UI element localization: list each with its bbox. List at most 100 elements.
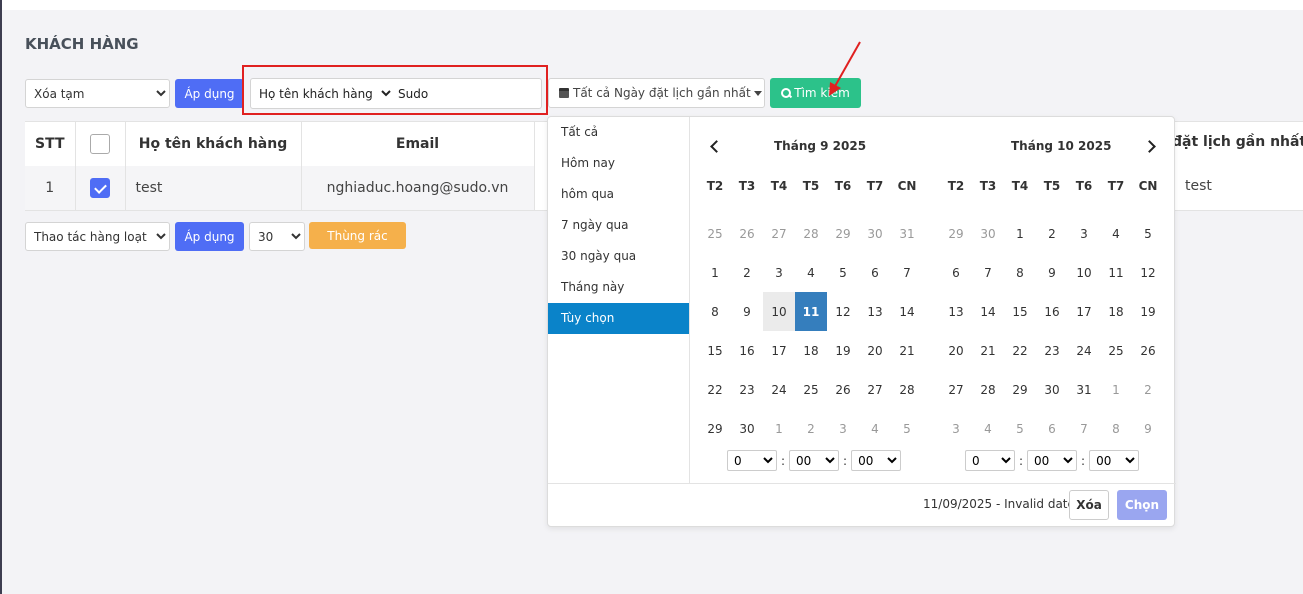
date-filter-button[interactable]: Tất cả Ngày đặt lịch gần nhất xyxy=(548,78,765,108)
calendar-day[interactable]: 23 xyxy=(731,370,763,409)
trash-button[interactable]: Thùng rác xyxy=(309,222,406,249)
calendar-day[interactable]: 25 xyxy=(1100,331,1132,370)
calendar-day[interactable]: 12 xyxy=(1132,253,1164,292)
calendar-day[interactable]: 2 xyxy=(795,409,827,448)
calendar-day[interactable]: 13 xyxy=(859,292,891,331)
calendar-day[interactable]: 27 xyxy=(859,370,891,409)
calendar-day[interactable]: 2 xyxy=(731,253,763,292)
calendar-day[interactable]: 14 xyxy=(972,292,1004,331)
calendar-day[interactable]: 9 xyxy=(731,292,763,331)
calendar-day[interactable]: 18 xyxy=(1100,292,1132,331)
calendar-day[interactable]: 19 xyxy=(1132,292,1164,331)
calendar-day[interactable]: 4 xyxy=(972,409,1004,448)
range-item-this-month[interactable]: Tháng này xyxy=(548,272,689,303)
calendar-day[interactable]: 4 xyxy=(1100,214,1132,253)
calendar-day[interactable]: 24 xyxy=(763,370,795,409)
calendar-day[interactable]: 4 xyxy=(859,409,891,448)
calendar-day[interactable]: 5 xyxy=(1132,214,1164,253)
select-all-checkbox[interactable] xyxy=(90,134,110,154)
calendar-day[interactable]: 14 xyxy=(891,292,923,331)
calendar-day[interactable]: 22 xyxy=(1004,331,1036,370)
calendar-day[interactable]: 5 xyxy=(891,409,923,448)
range-item-today[interactable]: Hôm nay xyxy=(548,148,689,179)
action-select[interactable]: Xóa tạm xyxy=(25,79,170,108)
calendar-day[interactable]: 30 xyxy=(1036,370,1068,409)
calendar-day[interactable]: 5 xyxy=(1004,409,1036,448)
calendar-day[interactable]: 1 xyxy=(1004,214,1036,253)
calendar-day[interactable]: 6 xyxy=(1036,409,1068,448)
calendar-day[interactable]: 5 xyxy=(827,253,859,292)
calendar-day[interactable]: 27 xyxy=(940,370,972,409)
calendar-day[interactable]: 12 xyxy=(827,292,859,331)
calendar-day[interactable]: 15 xyxy=(1004,292,1036,331)
calendar-day[interactable]: 3 xyxy=(1068,214,1100,253)
calendar-day[interactable]: 18 xyxy=(795,331,827,370)
row-checkbox[interactable] xyxy=(90,178,110,198)
calendar-day[interactable]: 3 xyxy=(763,253,795,292)
right-second-select[interactable]: 00 xyxy=(1089,450,1140,471)
calendar-day[interactable]: 29 xyxy=(827,214,859,253)
calendar-day[interactable]: 24 xyxy=(1068,331,1100,370)
range-item-30-days[interactable]: 30 ngày qua xyxy=(548,241,689,272)
calendar-day[interactable]: 1 xyxy=(1100,370,1132,409)
calendar-day[interactable]: 8 xyxy=(699,292,731,331)
calendar-day[interactable]: 27 xyxy=(763,214,795,253)
calendar-day[interactable]: 28 xyxy=(795,214,827,253)
calendar-day[interactable]: 31 xyxy=(1068,370,1100,409)
calendar-day[interactable]: 20 xyxy=(940,331,972,370)
calendar-day[interactable]: 25 xyxy=(795,370,827,409)
calendar-day[interactable]: 19 xyxy=(827,331,859,370)
calendar-day[interactable]: 1 xyxy=(763,409,795,448)
search-field-select[interactable]: Họ tên khách hàng xyxy=(251,80,394,107)
bulk-apply-button[interactable]: Áp dụng xyxy=(175,222,244,251)
left-minute-select[interactable]: 00 xyxy=(789,450,840,471)
calendar-day[interactable]: 6 xyxy=(940,253,972,292)
calendar-day[interactable]: 17 xyxy=(1068,292,1100,331)
calendar-day[interactable]: 28 xyxy=(972,370,1004,409)
calendar-day[interactable]: 30 xyxy=(972,214,1004,253)
table-row[interactable]: 1 test nghiaduc.hoang@sudo.vn xyxy=(25,166,535,210)
calendar-day[interactable]: 29 xyxy=(1004,370,1036,409)
calendar-day[interactable]: 6 xyxy=(859,253,891,292)
choose-button[interactable]: Chọn xyxy=(1117,490,1167,520)
calendar-day[interactable]: 16 xyxy=(731,331,763,370)
calendar-day[interactable]: 8 xyxy=(1100,409,1132,448)
left-second-select[interactable]: 00 xyxy=(851,450,902,471)
calendar-day[interactable]: 21 xyxy=(972,331,1004,370)
calendar-day[interactable]: 26 xyxy=(827,370,859,409)
calendar-day[interactable]: 28 xyxy=(891,370,923,409)
calendar-day[interactable]: 13 xyxy=(940,292,972,331)
calendar-day[interactable]: 23 xyxy=(1036,331,1068,370)
calendar-day[interactable]: 25 xyxy=(699,214,731,253)
calendar-day[interactable]: 9 xyxy=(1036,253,1068,292)
prev-month-icon[interactable] xyxy=(709,141,719,151)
apply-button[interactable]: Áp dụng xyxy=(175,79,244,108)
calendar-day[interactable]: 21 xyxy=(891,331,923,370)
range-item-yesterday[interactable]: hôm qua xyxy=(548,179,689,210)
calendar-day[interactable]: 30 xyxy=(859,214,891,253)
calendar-day[interactable]: 22 xyxy=(699,370,731,409)
calendar-day[interactable]: 10 xyxy=(1068,253,1100,292)
right-minute-select[interactable]: 00 xyxy=(1027,450,1078,471)
calendar-day[interactable]: 1 xyxy=(699,253,731,292)
calendar-day[interactable]: 26 xyxy=(1132,331,1164,370)
calendar-day[interactable]: 7 xyxy=(972,253,1004,292)
calendar-day[interactable]: 31 xyxy=(891,214,923,253)
calendar-day[interactable]: 30 xyxy=(731,409,763,448)
calendar-day[interactable]: 3 xyxy=(940,409,972,448)
right-hour-select[interactable]: 0 xyxy=(965,450,1015,471)
range-item-custom[interactable]: Tùy chọn xyxy=(548,303,689,334)
calendar-day[interactable]: 7 xyxy=(1068,409,1100,448)
calendar-day[interactable]: 8 xyxy=(1004,253,1036,292)
calendar-day[interactable]: 16 xyxy=(1036,292,1068,331)
calendar-day[interactable]: 3 xyxy=(827,409,859,448)
calendar-day[interactable]: 29 xyxy=(699,409,731,448)
calendar-day[interactable]: 4 xyxy=(795,253,827,292)
clear-button[interactable]: Xóa xyxy=(1069,490,1109,520)
page-size-select[interactable]: 30 xyxy=(249,222,305,251)
calendar-day[interactable]: 29 xyxy=(940,214,972,253)
range-item-all[interactable]: Tất cả xyxy=(548,117,689,148)
calendar-day[interactable]: 2 xyxy=(1036,214,1068,253)
bulk-action-select[interactable]: Thao tác hàng loạt xyxy=(25,222,170,251)
search-input[interactable] xyxy=(396,85,536,102)
